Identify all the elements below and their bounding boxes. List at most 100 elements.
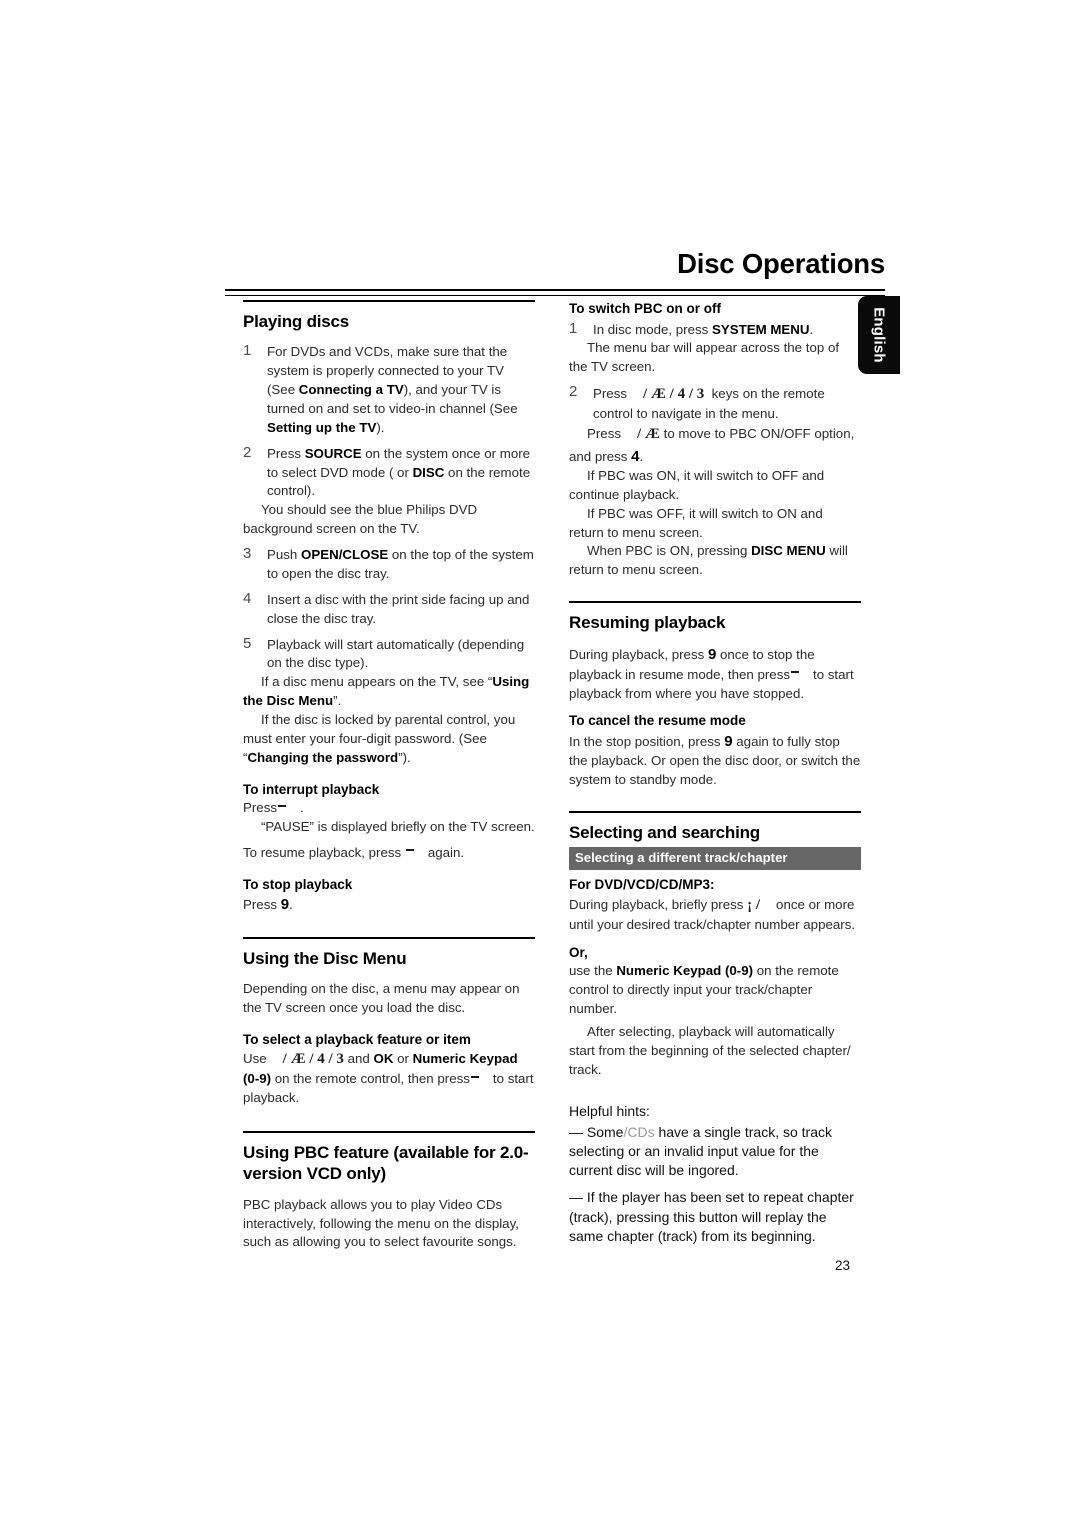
step-text-bold: Changing the password [247, 749, 399, 765]
disc-menu-label: DISC MENU [751, 543, 826, 559]
press-label: Press [243, 800, 277, 816]
step-continuation: If the disc is locked by parental contro… [243, 711, 535, 768]
nav-keys-glyph-icon: / Æ [637, 426, 660, 443]
left-column: Playing discs 1 For DVDs and VCDs, make … [243, 300, 535, 1259]
nav-keys-glyph-icon: / Æ / 4 / 3 [643, 386, 705, 403]
step-number: 2 [569, 383, 578, 401]
hint-item: — If the player has been set to repeat c… [569, 1189, 854, 1244]
play-pause-glyph-icon [791, 671, 799, 674]
stop-key-glyph-icon: 9 [280, 896, 290, 914]
step-continuation: When PBC is ON, pressing DISC MENU will … [569, 542, 861, 580]
hints-heading: Helpful hints: [569, 1102, 650, 1119]
page-number: 23 [834, 1258, 851, 1273]
list-item: 4 Insert a disc with the print side faci… [243, 589, 535, 629]
heading-selecting-searching: Selecting and searching [569, 823, 760, 843]
step-text: For DVDs and VCDs, make sure that the sy… [267, 343, 535, 437]
play-pause-glyph-icon [405, 849, 414, 852]
stop-key-glyph-icon: 9 [707, 646, 717, 664]
text-part: use the [569, 963, 617, 979]
heading-interrupt-playback: To interrupt playback [243, 781, 380, 797]
text-part: — Some [569, 1123, 624, 1140]
step-number: 5 [243, 634, 252, 652]
heading-playing-discs: Playing discs [243, 312, 350, 331]
step-text-bold: Connecting a TV [298, 382, 404, 397]
heading-or: Or, [569, 944, 588, 960]
subsection-banner: Selecting a different track/chapter [569, 847, 861, 871]
step-text-part: . [809, 321, 814, 337]
pbc-body: PBC playback allows you to play Video CD… [243, 1196, 519, 1250]
system-menu-label: SYSTEM MENU [711, 321, 810, 337]
resuming-body: During playback, press 9 once to stop th… [569, 644, 861, 703]
press-label: Press [243, 897, 277, 913]
language-tab-label: English [870, 307, 888, 363]
step-text: In disc mode, press SYSTEM MENU. [593, 321, 861, 340]
text-part: In the stop position, press [569, 734, 721, 750]
section-rule [243, 300, 535, 302]
step-number: 2 [243, 443, 252, 461]
list-item: 1 For DVDs and VCDs, make sure that the … [243, 342, 535, 437]
step-continuation: You should see the blue Philips DVD back… [243, 502, 478, 537]
step-text-part: If a disc menu appears on the TV, see “ [261, 674, 493, 690]
step-text-bold: Setting up the TV [267, 419, 377, 435]
select-feature-body: Use / Æ / 4 / 3 and OK or Numeric Keypad … [243, 1049, 535, 1108]
step-continuation: Press / Æ to move to PBC ON/OFF option, a… [569, 424, 861, 467]
step-text-part: Push [267, 547, 302, 562]
selecting-or-continuation: After selecting, playback will automatic… [569, 1024, 851, 1077]
section-rule [243, 936, 535, 939]
step-number: 4 [243, 589, 252, 607]
step-text-part: . [639, 448, 644, 464]
step-text-part: When PBC is ON, pressing [587, 543, 752, 559]
header-rule [225, 289, 885, 296]
heading-stop-playback: To stop playback [243, 876, 353, 892]
step-text: Press SOURCE on the system once or more … [267, 445, 535, 502]
play-pause-glyph-icon [470, 1075, 479, 1078]
step-number: 3 [243, 545, 252, 562]
list-item: 1 In disc mode, press SYSTEM MENU. The m… [569, 319, 861, 378]
text-part: During playback, press [569, 647, 705, 663]
step-text: Playback will start automatically (depen… [267, 636, 525, 671]
selecting-or-body: use the Numeric Keypad (0-9) on the remo… [569, 962, 861, 1019]
step-text: Insert a disc with the print side facing… [267, 591, 530, 626]
right-column: To switch PBC on or off 1 In disc mode, … [569, 300, 861, 1254]
text-part: During playback, briefly press [569, 896, 744, 912]
disc-menu-intro: Depending on the disc, a menu may appear… [243, 980, 520, 1015]
list-item: 2 Press SOURCE on the system once or mor… [243, 443, 535, 539]
heading-switch-pbc: To switch PBC on or off [569, 301, 721, 316]
resume-prefix: To resume playback, press [243, 844, 402, 860]
step-number: 1 [569, 319, 578, 337]
step-text-part: ). [376, 419, 385, 435]
section-rule [569, 811, 861, 814]
text-part: and [343, 1051, 374, 1067]
step-continuation: If a disc menu appears on the TV, see “U… [243, 673, 535, 711]
interrupt-note: “PAUSE” is displayed briefly on the TV s… [261, 819, 535, 835]
resume-suffix: again. [427, 844, 465, 860]
selecting-body: During playback, briefly press ¡ / once o… [569, 895, 861, 935]
step-text: Press / Æ / 4 / 3 keys on the remote cont… [593, 384, 861, 424]
step-number: 1 [243, 342, 252, 360]
heading-using-disc-menu: Using the Disc Menu [243, 948, 407, 968]
step-text: Push OPEN/CLOSE on the top of the system… [267, 546, 535, 584]
section-rule [569, 601, 861, 604]
step-text-part: Press [267, 445, 305, 461]
helpful-hints: Helpful hints: — Some/CDs have a single … [569, 1102, 861, 1246]
numeric-keypad-label: Numeric Keypad (0-9) [616, 963, 754, 979]
text-part: on the remote control, then press [271, 1071, 470, 1087]
step-text-bold: OPEN/CLOSE [301, 547, 389, 562]
press-label: Press [587, 426, 621, 442]
stop-press-line: Press 9. [243, 894, 535, 915]
skip-keys-glyph-icon: ¡ / [747, 896, 761, 913]
step-text-part: ”. [333, 693, 342, 709]
play-pause-glyph-icon [278, 804, 286, 807]
list-item: 2 Press / Æ / 4 / 3 keys on the remote co… [569, 383, 861, 580]
step-text-part: In disc mode, press [593, 321, 712, 337]
list-item: 3 Push OPEN/CLOSE on the top of the syst… [243, 545, 535, 584]
heading-for-formats: For DVD/VCD/CD/MP3: [569, 877, 715, 893]
heading-select-playback-feature: To select a playback feature or item [243, 1031, 471, 1047]
list-item: 5 Playback will start automatically (dep… [243, 634, 535, 768]
press-suffix: . [300, 800, 304, 816]
language-tab: English [858, 296, 900, 374]
step-text-part: keys on the remote control to navigate i… [593, 386, 825, 422]
cancel-resume-body: In the stop position, press 9 again to f… [569, 731, 861, 790]
nav-keys-glyph-icon: / Æ / 4 / 3 [282, 1051, 344, 1068]
press-suffix: . [289, 897, 293, 913]
